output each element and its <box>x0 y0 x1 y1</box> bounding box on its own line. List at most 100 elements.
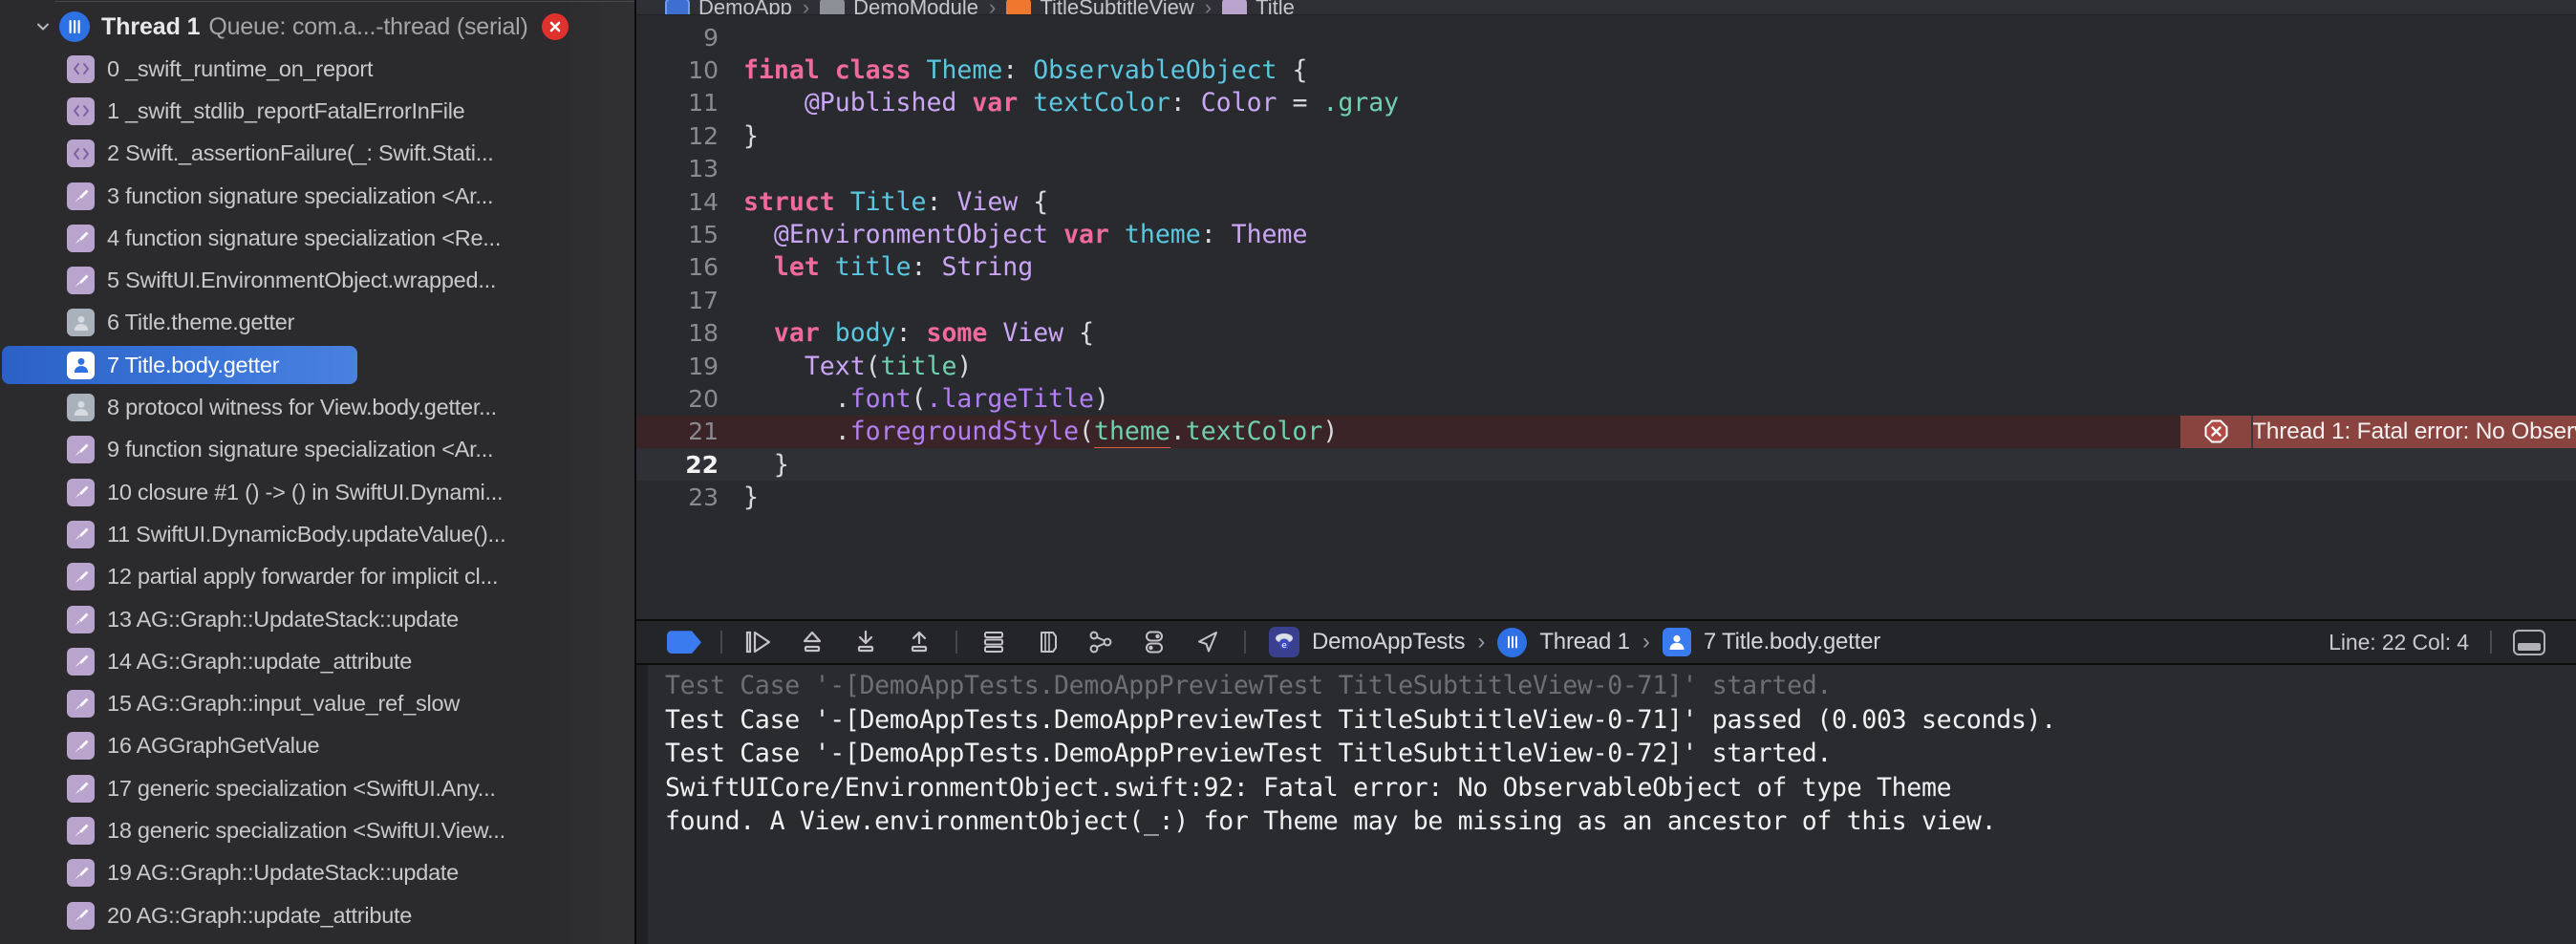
hierarchy-icon <box>1089 631 1112 654</box>
stack-frame-label: 17 generic specialization <SwiftUI.Any..… <box>107 775 496 801</box>
bottom-panel-toggle-icon[interactable] <box>2513 629 2545 655</box>
line-number: 21 <box>688 418 719 446</box>
breadcrumb-item[interactable]: DemoApp <box>665 0 792 14</box>
layers-button[interactable] <box>1028 626 1066 658</box>
debug-breadcrumb-frame[interactable]: 7 Title.body.getter <box>1704 629 1880 655</box>
code-token: var <box>1063 220 1109 250</box>
stack-frame-row[interactable]: 2 Swift._assertionFailure(_: Swift.Stati… <box>0 133 634 175</box>
debug-breadcrumb-process[interactable]: DemoAppTests <box>1312 629 1466 655</box>
code-token: Theme <box>1231 220 1308 250</box>
breadcrumb-item[interactable]: Title <box>1222 0 1295 14</box>
stack-frame-row[interactable]: 13 AG::Graph::UpdateStack::update <box>0 598 634 640</box>
code-token: : <box>895 318 927 349</box>
person-icon <box>67 309 95 337</box>
code-text: final class Theme: ObservableObject { <box>743 55 1307 85</box>
debug-breadcrumb-thread[interactable]: Thread 1 <box>1539 629 1630 655</box>
step-into-button[interactable] <box>847 626 885 658</box>
code-line[interactable]: 16 let title: String <box>636 251 2576 284</box>
code-text: .foregroundStyle(theme.textColor) <box>743 417 1338 451</box>
code-line[interactable]: 19 Text(title) <box>636 350 2576 382</box>
code-line[interactable]: 17 <box>636 284 2576 316</box>
frame-person-icon <box>1662 628 1691 657</box>
stack-frame-row[interactable]: 11 SwiftUI.DynamicBody.updateValue()... <box>0 513 634 555</box>
console-output[interactable]: Test Case '-[DemoAppTests.DemoAppPreview… <box>636 665 2576 944</box>
thread-error-badge-icon[interactable] <box>541 13 569 40</box>
status-divider <box>2490 631 2492 654</box>
code-line[interactable]: 11 @Published var textColor: Color = .gr… <box>636 87 2576 119</box>
code-line[interactable]: 20 .font(.largeTitle) <box>636 382 2576 415</box>
toggle-debug-area-button[interactable] <box>665 626 703 658</box>
stack-frame-row[interactable]: 1 _swift_stdlib_reportFatalErrorInFile <box>0 90 634 132</box>
code-token: : <box>1200 220 1232 250</box>
code-token: . <box>834 417 850 447</box>
code-line[interactable]: 23} <box>636 481 2576 513</box>
stack-frame-row[interactable]: 7 Title.body.getter <box>0 344 634 386</box>
stack-frame-row[interactable]: 14 AG::Graph::update_attribute <box>0 640 634 682</box>
code-line[interactable]: 18 var body: some View { <box>636 317 2576 350</box>
code-token: : <box>926 186 957 217</box>
stack-frame-row[interactable]: 18 generic specialization <SwiftUI.View.… <box>0 809 634 851</box>
chevron-down-icon[interactable] <box>32 16 54 37</box>
stack-frame-row[interactable]: 10 closure #1 () -> () in SwiftUI.Dynami… <box>0 471 634 513</box>
code-line[interactable]: 14 struct Title: View { <box>636 185 2576 218</box>
simulate-location-button[interactable] <box>1189 626 1227 658</box>
svg-text:e: e <box>1281 641 1287 651</box>
code-token: } <box>743 483 759 513</box>
step-out-button[interactable] <box>900 626 938 658</box>
stack-frame-row[interactable]: 17 generic specialization <SwiftUI.Any..… <box>0 767 634 809</box>
view-icon <box>1222 0 1248 14</box>
folder-icon <box>820 0 846 14</box>
debug-breadcrumb-sep-1: › <box>1477 629 1486 655</box>
code-token: View <box>956 186 1019 217</box>
source-code-editor[interactable]: 9 10 final class Theme: ObservableObject {… <box>636 15 2576 620</box>
breadcrumb: DemoApp › DemoModule › TitleSubtitleView › Tit… <box>636 0 2576 15</box>
code-token: Theme <box>926 55 1003 86</box>
stack-view-button[interactable] <box>975 626 1013 658</box>
debug-breadcrumb: e DemoAppTests › Thread 1 › 7 Title.body… <box>1269 627 2329 658</box>
stack-frame-row[interactable]: 3 function signature specialization <Ar.… <box>0 175 634 217</box>
stack-frame-row[interactable]: 5 SwiftUI.EnvironmentObject.wrapped... <box>0 259 634 301</box>
stack-frame-label: 20 AG::Graph::update_attribute <box>107 902 413 928</box>
stack-frame-row[interactable]: 12 partial apply forwarder for implicit … <box>0 556 634 598</box>
thread-header-row[interactable]: Thread 1 Queue: com.a...-thread (serial) <box>0 6 634 48</box>
continue-button[interactable] <box>740 626 778 658</box>
code-token: String <box>941 252 1034 283</box>
brush-icon <box>67 816 95 845</box>
code-token: ) <box>956 351 973 381</box>
stack-frame-row[interactable]: 4 function signature specialization <Re.… <box>0 217 634 259</box>
environment-overrides-button[interactable] <box>1135 626 1173 658</box>
step-over-button[interactable] <box>793 626 831 658</box>
breadcrumb-item[interactable]: TitleSubtitleView <box>1006 0 1194 14</box>
code-token: ( <box>1079 417 1094 447</box>
code-line[interactable]: 12} <box>636 119 2576 152</box>
code-token: title <box>834 252 912 283</box>
stack-frame-label: 14 AG::Graph::update_attribute <box>107 648 413 674</box>
brush-icon <box>67 436 95 464</box>
stack-frame-label: 18 generic specialization <SwiftUI.View.… <box>107 817 505 843</box>
stack-frame-label: 12 partial apply forwarder for implicit … <box>107 564 499 590</box>
code-line[interactable]: 15 @EnvironmentObject var theme: Theme <box>636 218 2576 250</box>
code-line[interactable]: 9 <box>636 21 2576 54</box>
stack-frame-row[interactable]: 16 AGGraphGetValue <box>0 725 634 767</box>
inline-error-banner[interactable]: Thread 1: Fatal error: No ObservableObje… <box>2180 415 2576 448</box>
stack-frame-row[interactable]: 6 Title.theme.getter <box>0 302 634 344</box>
stack-frame-row[interactable]: 0 _swift_runtime_on_report <box>0 48 634 90</box>
stack-frame-row[interactable]: 19 AG::Graph::UpdateStack::update <box>0 852 634 894</box>
code-text: @Published var textColor: Color = .gray <box>743 88 1399 118</box>
code-token: struct <box>743 186 835 217</box>
breadcrumb-item[interactable]: DemoModule <box>820 0 978 14</box>
view-hierarchy-button[interactable] <box>1082 626 1120 658</box>
code-line[interactable]: 13 <box>636 153 2576 185</box>
stack-frame-row[interactable]: 8 protocol witness for View.body.getter.… <box>0 386 634 428</box>
stack-frame-row[interactable]: 9 function signature specialization <Ar.… <box>0 429 634 471</box>
code-token: . <box>1170 417 1186 447</box>
hexagon-icon <box>667 631 701 654</box>
code-line[interactable]: 10 final class Theme: ObservableObject { <box>636 54 2576 86</box>
stack-frame-row[interactable]: 20 AG::Graph::update_attribute <box>0 894 634 936</box>
code-line[interactable]: 22 } <box>636 448 2576 482</box>
stack-frame-row[interactable]: 15 AG::Graph::input_value_ref_slow <box>0 682 634 724</box>
stack-frame-label: 4 function signature specialization <Re.… <box>107 225 502 250</box>
